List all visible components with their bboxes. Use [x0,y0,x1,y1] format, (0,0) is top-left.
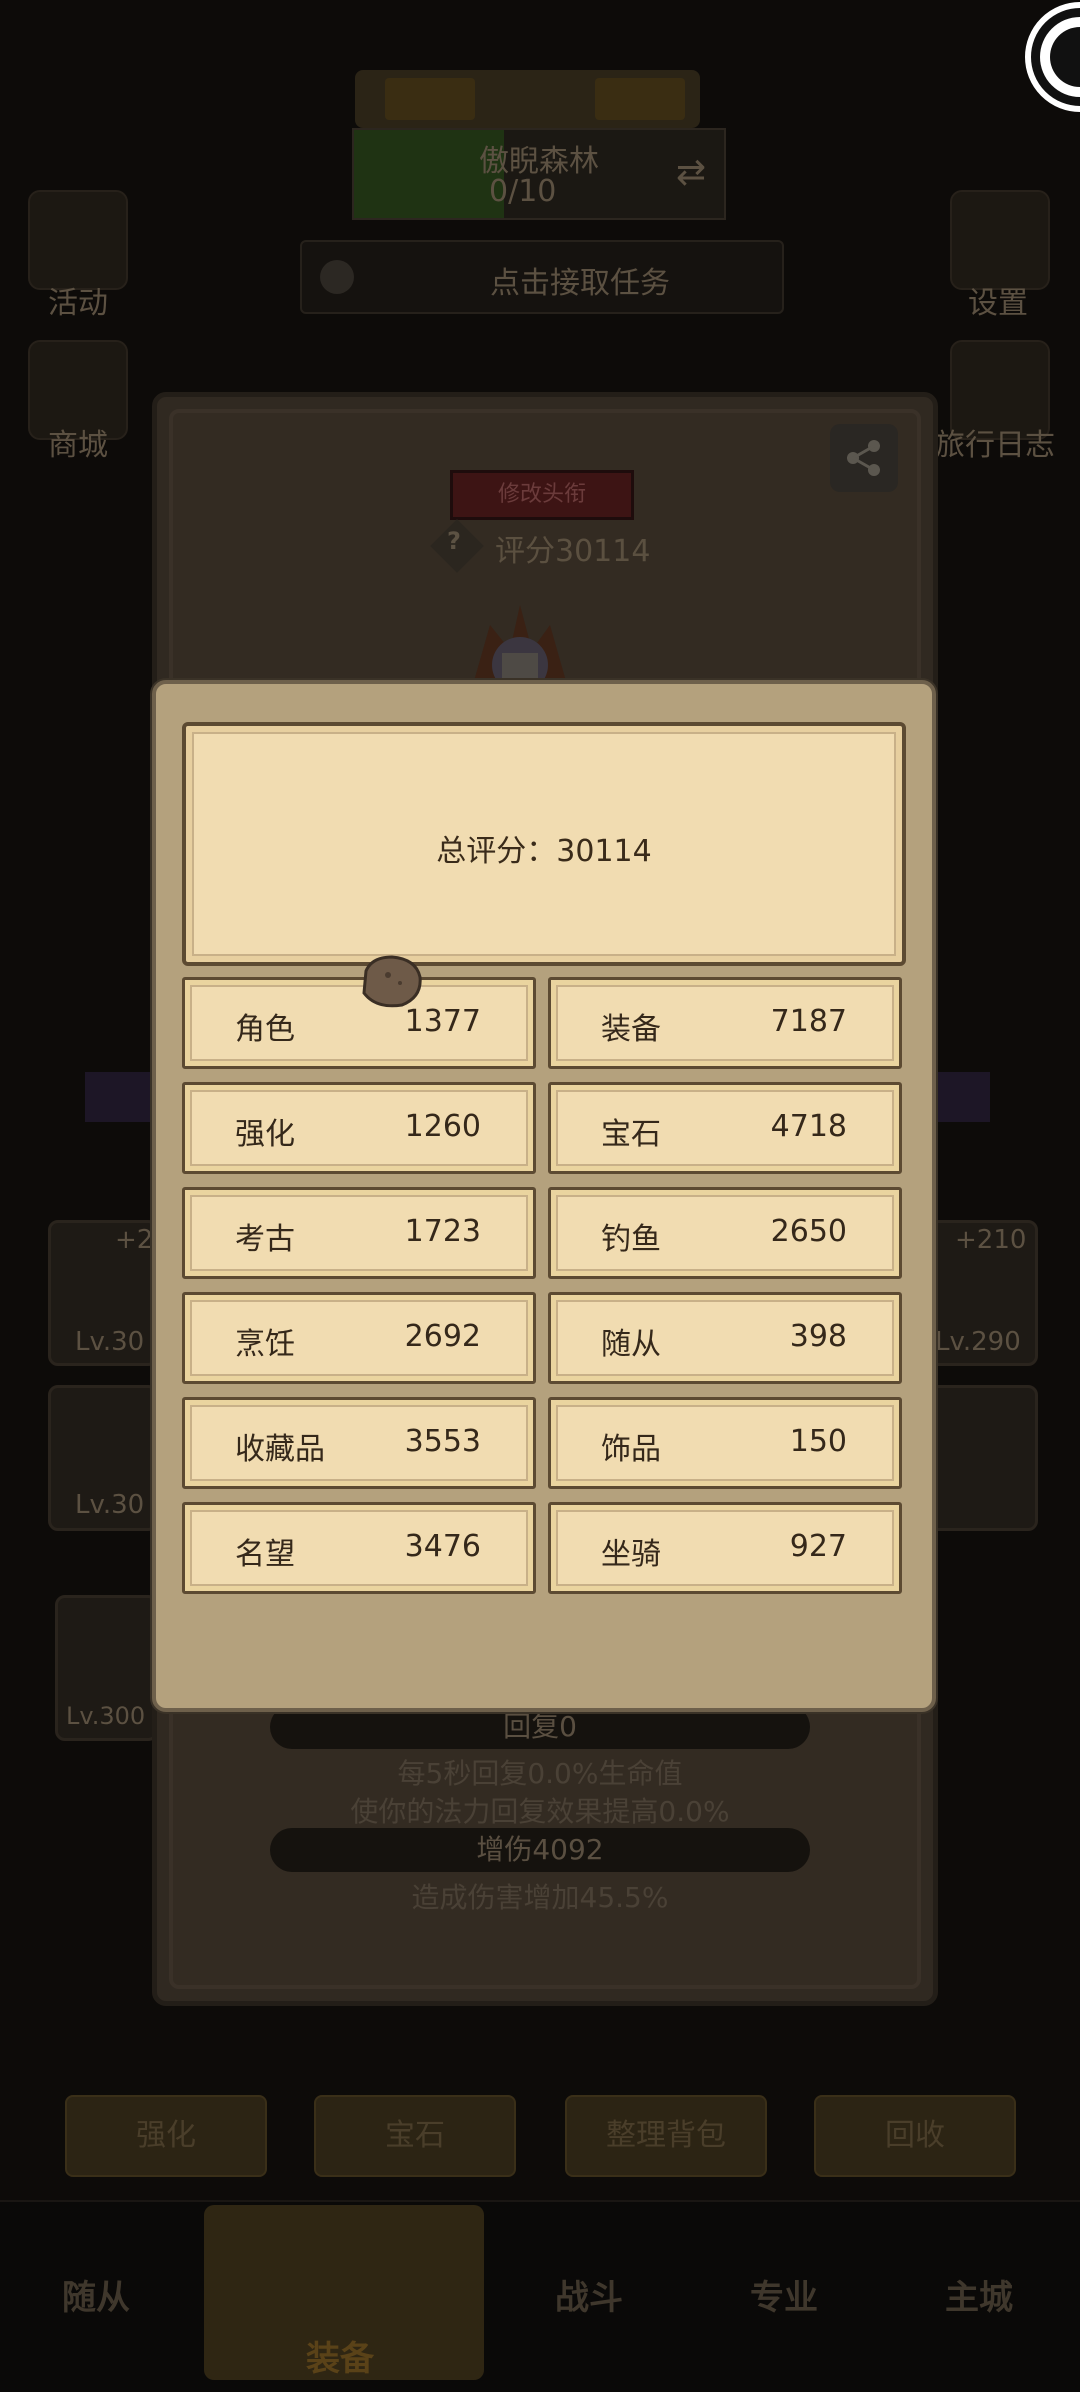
activity-label: 活动 [48,286,108,321]
top-resource-bar [355,70,700,128]
score-item-value: 927 [789,1529,847,1564]
stat-desc: 每5秒回复0.0%生命值 [397,1757,683,1790]
quest-icon [320,260,354,294]
activity-icon[interactable] [28,190,128,290]
travel-log-label: 旅行日志 [935,428,1055,463]
slot-level: Lv.290 [935,1327,1021,1357]
score-item-value: 2650 [770,1214,847,1249]
bottom-nav: 随从 战斗 专业 主城 [0,2200,1080,2392]
nav-equipment[interactable]: 装备 [204,2205,484,2380]
score-item: 饰品 150 [548,1397,902,1489]
score-item-value: 4718 [770,1109,847,1144]
score-item-label: 名望 [235,1537,295,1572]
score-item-value: 7187 [770,1004,847,1039]
slot-badge: +210 [955,1225,1027,1255]
nav-equipment-label: 装备 [306,2339,374,2379]
quest-prompt: 点击接取任务 [490,266,670,301]
score-item: 名望 3476 [182,1502,536,1594]
slot-level: Lv.300 [66,1702,146,1730]
score-item: 收藏品 3553 [182,1397,536,1489]
score-item-value: 3553 [404,1424,481,1459]
score-item: 考古 1723 [182,1187,536,1279]
score-item-label: 角色 [235,1012,295,1047]
recycle-button[interactable]: 回收 [814,2095,1016,2177]
score-item-label: 随从 [601,1327,661,1362]
total-score-card: 总评分：30114 [182,722,906,966]
gear-icon[interactable] [950,190,1050,290]
equip-slot[interactable]: +2 Lv.30 [48,1220,158,1366]
score-item: 随从 398 [548,1292,902,1384]
area-progress-box[interactable]: 傲睨森林 0/10 ⇄ [352,128,726,220]
character-score: 评分30114 [495,534,651,569]
purple-bar [85,1072,155,1122]
score-item: 装备 7187 [548,977,902,1069]
score-item-label: 强化 [235,1117,295,1152]
change-title-button[interactable]: 修改头衔 [450,470,634,520]
total-score: 总评分：30114 [436,834,652,869]
share-icon [847,440,880,476]
stat-desc: 使你的法力回复效果提高0.0% [350,1795,730,1828]
resource-slot [385,78,475,120]
score-item-label: 装备 [601,1012,661,1047]
score-item-label: 考古 [235,1222,295,1257]
score-item: 坐骑 927 [548,1502,902,1594]
area-progress: 0/10 [489,174,557,209]
share-button[interactable] [830,424,898,492]
equip-slot[interactable]: +210 Lv.290 [928,1220,1038,1366]
help-icon-glyph: ? [447,527,461,555]
score-item: 钓鱼 2650 [548,1187,902,1279]
score-item-label: 收藏品 [235,1432,325,1467]
nav-main-city[interactable]: 主城 [945,2270,1013,2319]
enhance-button[interactable]: 强化 [65,2095,267,2177]
score-item-value: 1260 [404,1109,481,1144]
stone-ornament-icon [362,955,422,1008]
score-item-label: 饰品 [601,1432,661,1467]
score-item: 宝石 4718 [548,1082,902,1174]
score-item-value: 3476 [404,1529,481,1564]
slot-level: Lv.30 [75,1327,145,1357]
score-item-label: 坐骑 [601,1537,661,1572]
sort-bag-button[interactable]: 整理背包 [565,2095,767,2177]
stat-desc: 造成伤害增加45.5% [411,1881,669,1914]
area-switch-icon[interactable]: ⇄ [676,152,706,193]
slot-badge: +2 [115,1225,154,1255]
equip-slot[interactable] [928,1385,1038,1531]
slot-level: Lv.30 [75,1490,145,1520]
score-item: 强化 1260 [182,1082,536,1174]
score-item-value: 1377 [404,1004,481,1039]
settings-label: 设置 [968,286,1028,321]
stat-pill-damage: 增伤4092 [270,1828,810,1872]
equip-slot[interactable]: Lv.300 [55,1595,158,1741]
store-label: 商城 [48,428,108,463]
resource-slot [595,78,685,120]
score-item-value: 150 [789,1424,847,1459]
equip-slot[interactable]: Lv.30 [48,1385,158,1531]
nav-followers[interactable]: 随从 [62,2270,130,2319]
quest-bar[interactable]: 点击接取任务 [300,240,784,314]
app-logo-icon [1025,2,1080,112]
nav-battle[interactable]: 战斗 [555,2270,623,2319]
score-item-label: 钓鱼 [601,1222,661,1257]
score-item-label: 烹饪 [235,1327,295,1362]
gem-button[interactable]: 宝石 [314,2095,516,2177]
score-item-value: 398 [789,1319,847,1354]
nav-profession[interactable]: 专业 [750,2270,818,2319]
score-item-value: 1723 [404,1214,481,1249]
score-item-value: 2692 [404,1319,481,1354]
score-item: 烹饪 2692 [182,1292,536,1384]
score-item-label: 宝石 [601,1117,661,1152]
